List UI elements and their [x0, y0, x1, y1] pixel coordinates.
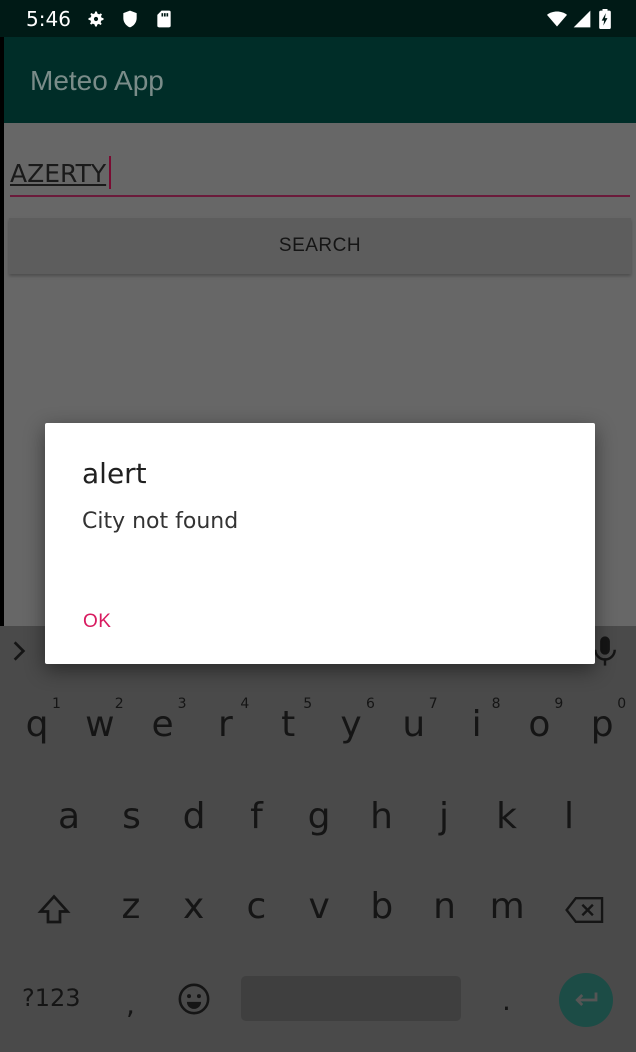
status-time: 5:46 [26, 7, 71, 31]
shield-icon [120, 9, 140, 29]
key-hint: 7 [428, 696, 438, 712]
key-j[interactable]: j [419, 796, 469, 837]
key-hint: 0 [617, 696, 627, 712]
text-cursor [109, 156, 111, 189]
key-n[interactable]: n [420, 886, 470, 927]
backspace-icon[interactable] [564, 894, 606, 926]
key-hint: 9 [554, 696, 564, 712]
status-bar: 5:46 [0, 0, 636, 37]
app-bar: Meteo App [4, 37, 636, 123]
period-key[interactable]: . [502, 984, 511, 1017]
gear-icon [86, 9, 106, 29]
dialog-title: alert [82, 457, 147, 490]
wifi-icon [545, 9, 569, 29]
key-hint: 8 [491, 696, 501, 712]
key-c[interactable]: c [231, 886, 281, 927]
sd-card-icon [154, 9, 174, 29]
key-hint: 1 [52, 696, 61, 712]
enter-icon [575, 992, 598, 1006]
keyboard-row-3: zxcvbnm [0, 886, 636, 966]
key-g[interactable]: g [294, 796, 344, 837]
key-z[interactable]: z [106, 886, 156, 927]
key-v[interactable]: v [294, 886, 344, 927]
key-hint: 3 [177, 696, 187, 712]
key-f[interactable]: f [232, 796, 282, 837]
city-search-input[interactable] [10, 151, 630, 197]
key-a[interactable]: a [44, 796, 94, 837]
shift-icon[interactable] [36, 892, 72, 928]
spacebar[interactable] [241, 976, 461, 1021]
key-k[interactable]: k [482, 796, 532, 837]
keyboard-row-2: asdfghjkl [0, 796, 636, 876]
soft-keyboard: q1w2e3r4t5y6u7i8o9p0 asdfghjkl zxcvbnm ?… [0, 626, 636, 1052]
key-m[interactable]: m [482, 886, 532, 927]
key-hint: 2 [114, 696, 124, 712]
key-d[interactable]: d [169, 796, 219, 837]
key-hint: 6 [366, 696, 375, 712]
battery-charging-icon [598, 9, 612, 29]
signal-icon [572, 9, 592, 29]
key-hint: 5 [303, 696, 313, 712]
key-hint: 4 [240, 696, 250, 712]
key-s[interactable]: s [107, 796, 157, 837]
key-x[interactable]: x [169, 886, 219, 927]
keyboard-row-1: q1w2e3r4t5y6u7i8o9p0 [0, 696, 636, 786]
ok-button[interactable]: OK [67, 604, 127, 640]
chevron-right-icon[interactable] [6, 638, 32, 664]
app-title: Meteo App [30, 65, 164, 96]
emoji-icon[interactable] [177, 982, 211, 1016]
key-l[interactable]: l [544, 796, 594, 837]
search-button[interactable]: SEARCH [9, 218, 631, 274]
alert-dialog: alert City not found OK [45, 423, 595, 664]
symbols-key[interactable]: ?123 [22, 984, 81, 1012]
dialog-message: City not found [82, 509, 239, 534]
enter-key[interactable] [559, 973, 613, 1027]
key-b[interactable]: b [357, 886, 407, 927]
comma-key[interactable]: , [126, 988, 135, 1021]
key-h[interactable]: h [357, 796, 407, 837]
